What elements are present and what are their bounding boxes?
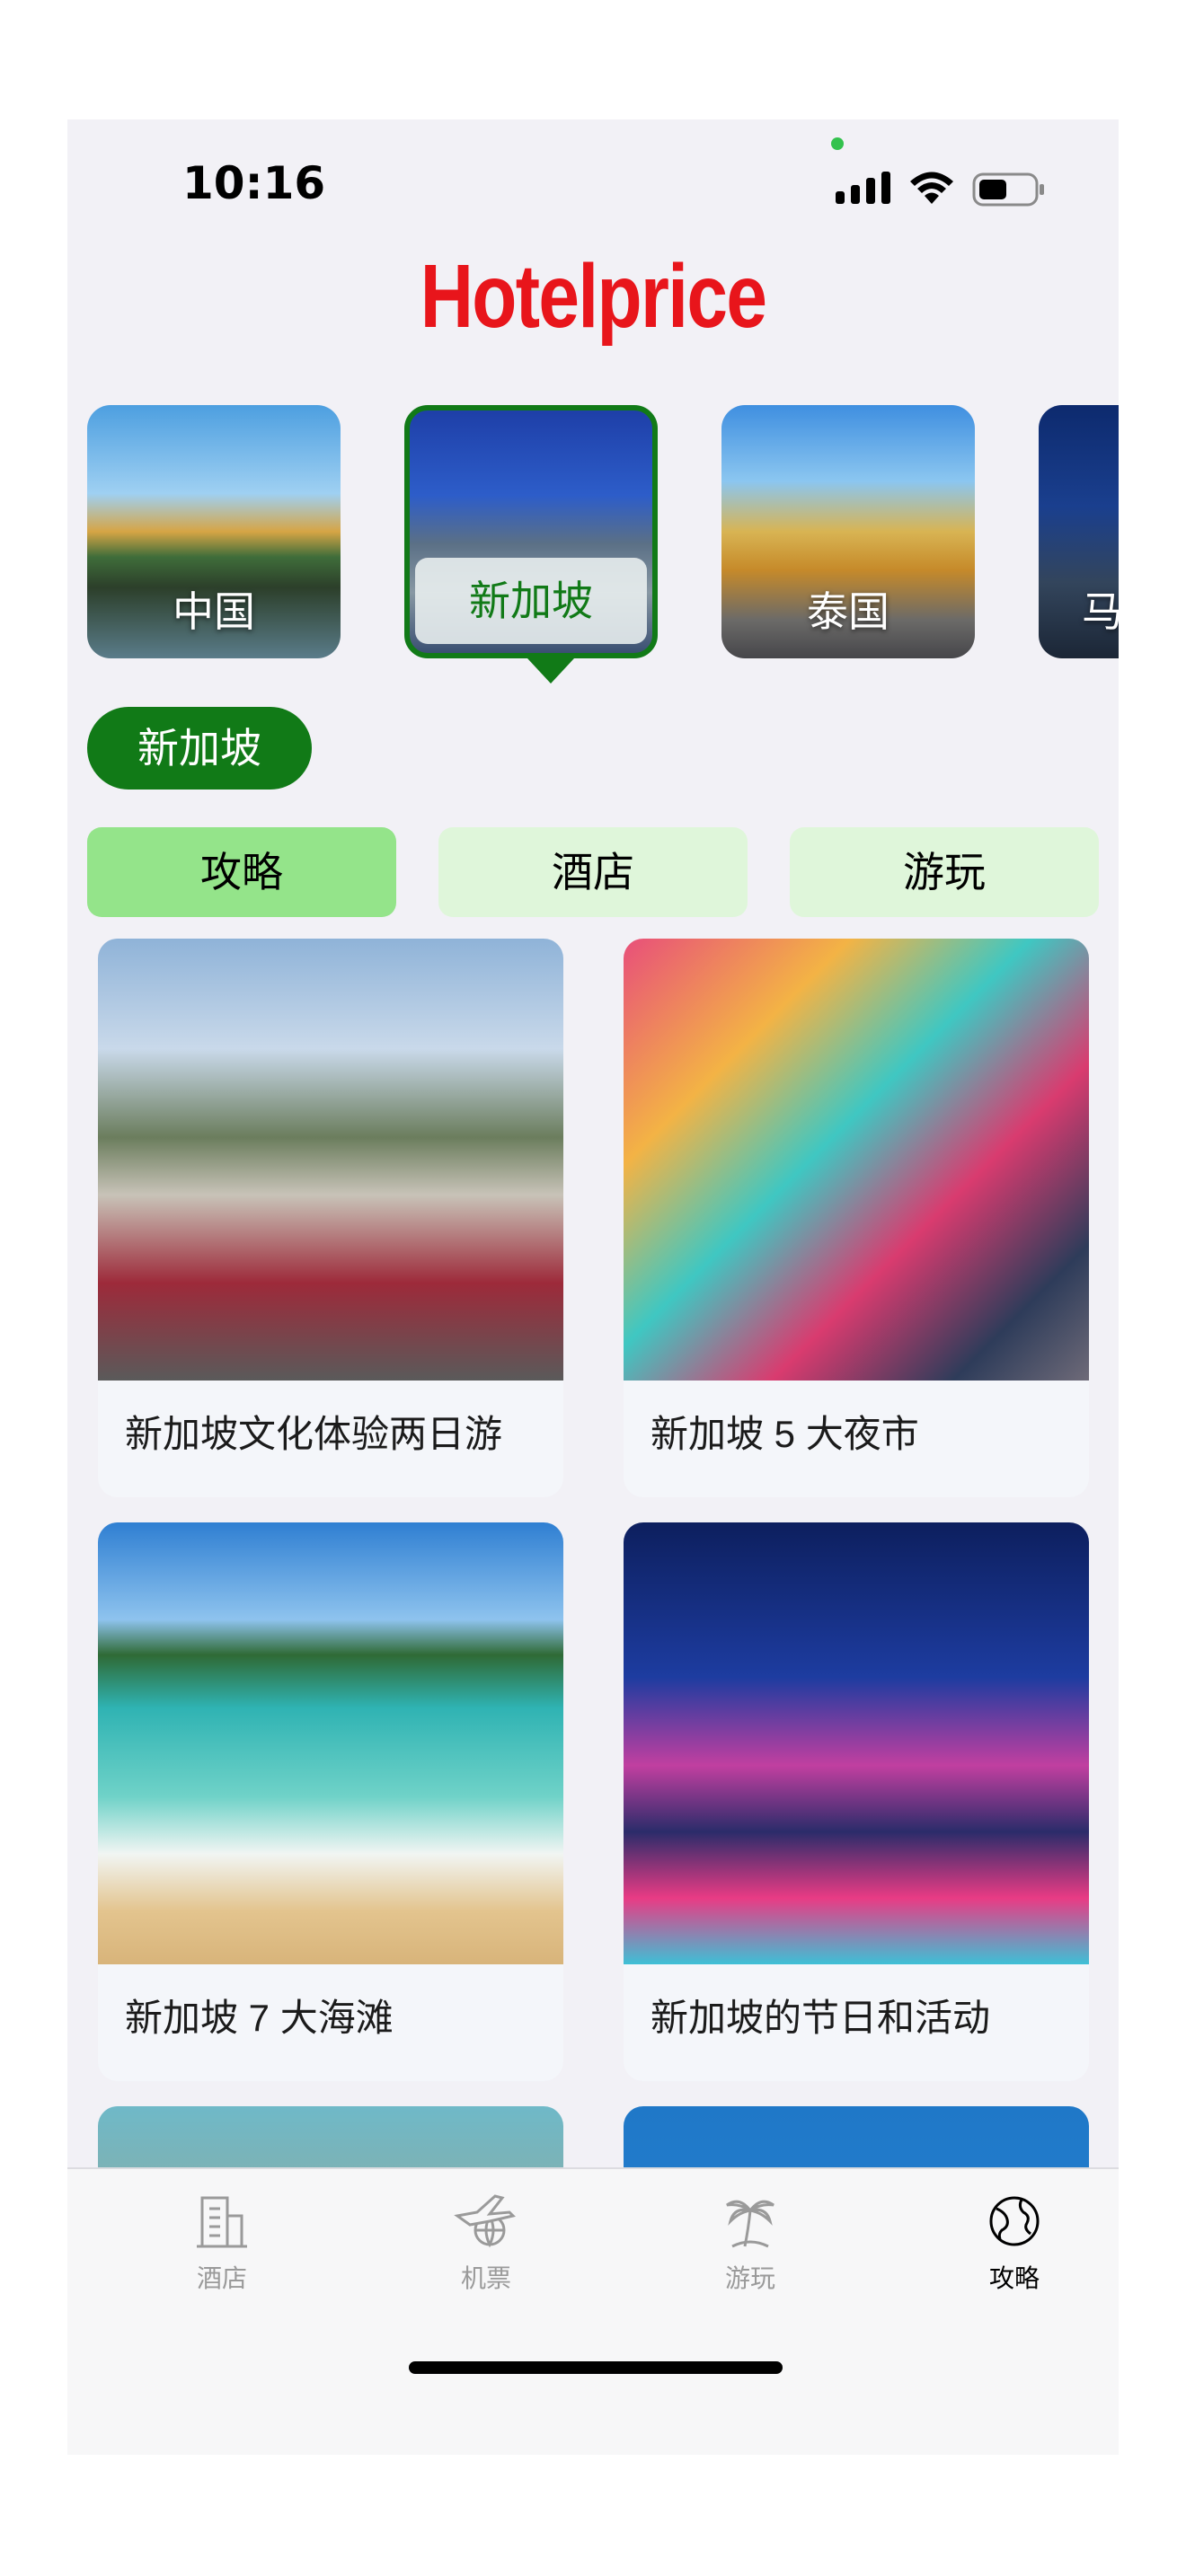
tab-activities[interactable]: 游玩: [790, 827, 1099, 917]
privacy-indicator-dot: [831, 137, 844, 150]
status-bar: 10:16: [67, 119, 1119, 245]
destination-label: 泰国: [807, 588, 890, 635]
destination-label: 马: [1082, 588, 1119, 635]
bottom-tab-bar: 酒店 机票 游玩 攻略: [67, 2167, 1119, 2455]
tabbar-label: 机票: [460, 2264, 511, 2292]
article-photo: [98, 939, 563, 1381]
destination-card-singapore[interactable]: 新加坡: [404, 405, 658, 658]
globe-icon: [989, 2196, 1040, 2246]
palm-tree-icon: [726, 2200, 774, 2248]
tab-hotels[interactable]: 酒店: [438, 827, 748, 917]
airplane-globe-icon: [454, 2194, 516, 2248]
article-photo: [624, 939, 1089, 1381]
destination-card-thailand[interactable]: 泰国: [721, 405, 975, 658]
selected-destination-pointer: [527, 658, 574, 684]
article-photo: [624, 1522, 1089, 1964]
tabbar-item-flights[interactable]: 机票: [396, 2189, 576, 2295]
tabbar-label: 酒店: [196, 2264, 247, 2292]
wifi-icon: [910, 172, 953, 204]
tab-guides[interactable]: 攻略: [87, 827, 396, 917]
article-photo: [98, 1522, 563, 1964]
article-title: 新加坡文化体验两日游: [125, 1413, 503, 1455]
tabbar-item-guides[interactable]: 攻略: [925, 2189, 1104, 2295]
home-indicator[interactable]: [409, 2361, 783, 2374]
article-title: 新加坡 7 大海滩: [125, 1997, 394, 2039]
battery-icon: [972, 172, 1044, 207]
destination-card-china[interactable]: 中国: [87, 405, 341, 658]
tabbar-label: 游玩: [724, 2264, 775, 2292]
destination-label: 新加坡: [415, 558, 647, 644]
destination-carousel[interactable]: 中国 新加坡 泰国 马: [67, 405, 1119, 693]
hotel-building-icon: [197, 2196, 247, 2248]
destination-card-malaysia[interactable]: 马: [1039, 405, 1119, 658]
article-card[interactable]: 新加坡 5 大夜市: [624, 939, 1089, 1497]
article-card[interactable]: 新加坡的节日和活动: [624, 1522, 1089, 2081]
brand-logo: Hotelprice: [420, 246, 767, 347]
status-time: 10:16: [182, 157, 326, 209]
selected-destination-chip[interactable]: 新加坡: [87, 707, 312, 790]
article-card[interactable]: 新加坡文化体验两日游: [98, 939, 563, 1497]
destination-label: 中国: [173, 588, 255, 635]
tabbar-item-hotels[interactable]: 酒店: [132, 2189, 312, 2295]
app-screen: 10:16 Hotelprice 中国 新加坡 泰国 马 新加坡 攻略 酒店 游…: [67, 119, 1119, 2455]
tabbar-item-activities[interactable]: 游玩: [660, 2189, 840, 2295]
cellular-signal-icon: [836, 172, 890, 204]
article-title: 新加坡的节日和活动: [651, 1997, 991, 2039]
tabbar-label: 攻略: [988, 2264, 1040, 2292]
article-title: 新加坡 5 大夜市: [651, 1413, 919, 1455]
article-card[interactable]: 新加坡 7 大海滩: [98, 1522, 563, 2081]
